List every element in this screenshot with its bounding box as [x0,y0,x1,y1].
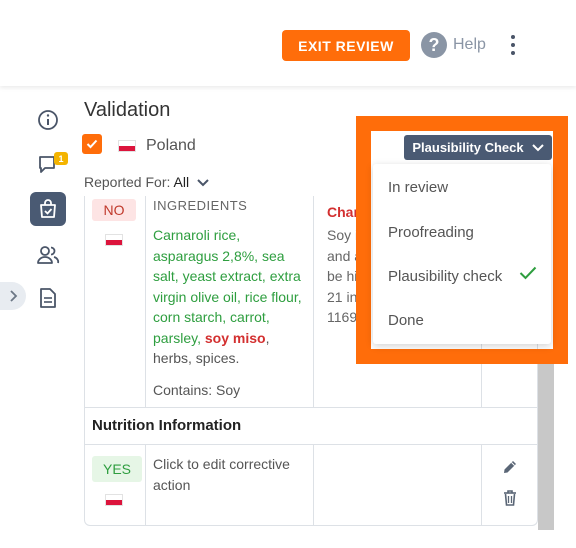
help-icon[interactable]: ? [421,32,447,58]
poland-flag-icon [118,140,136,152]
reported-for-filter[interactable]: Reported For: All [84,174,209,190]
section-title: Nutrition Information [92,417,242,434]
checkmark-icon [519,266,537,280]
corrective-action-link[interactable]: Click to edit corrective action [153,454,303,495]
help-link[interactable]: Help [453,36,486,54]
chevron-down-icon [197,179,209,187]
edit-icon[interactable] [501,458,519,481]
document-icon[interactable] [35,285,61,311]
allergen-highlight: soy miso [204,329,266,346]
status-badge[interactable]: NO [92,199,136,221]
status-dropdown-menu: In review Proofreading Plausibility chec… [373,164,551,344]
ingredients-header: INGREDIENTS [153,198,248,213]
menu-item-proofreading[interactable]: Proofreading [388,224,474,241]
reported-for-value: All [173,174,190,190]
poland-flag-icon [105,234,123,246]
top-bar: EXIT REVIEW ? Help [0,0,576,86]
trash-icon[interactable] [502,489,518,512]
ingredients-text: Carnaroli rice, asparagus 2,8%, sea salt… [153,227,302,366]
shopping-bag-check-icon[interactable] [30,192,66,226]
info-icon[interactable] [35,107,61,133]
chevron-down-icon [531,143,544,151]
contains-text: Contains: Soy [153,382,241,398]
poland-flag-icon [105,494,123,506]
exit-review-button[interactable]: EXIT REVIEW [282,30,410,61]
more-options-icon[interactable] [508,33,518,57]
users-icon[interactable] [35,242,61,268]
status-dropdown-label: Plausibility Check [412,140,524,155]
status-badge[interactable]: YES [92,456,142,482]
menu-item-done[interactable]: Done [388,312,424,329]
page-title: Validation [84,99,171,121]
scrollbar[interactable] [538,360,554,530]
comments-badge: 1 [54,152,68,165]
country-checkbox[interactable] [82,134,102,154]
menu-item-in-review[interactable]: In review [388,179,448,196]
status-dropdown-button[interactable]: Plausibility Check [404,135,552,160]
expand-sidebar-button[interactable] [0,282,26,310]
menu-item-plausibility-check[interactable]: Plausibility check [388,268,502,285]
country-name: Poland [146,137,196,154]
reported-for-label: Reported For: [84,174,171,190]
